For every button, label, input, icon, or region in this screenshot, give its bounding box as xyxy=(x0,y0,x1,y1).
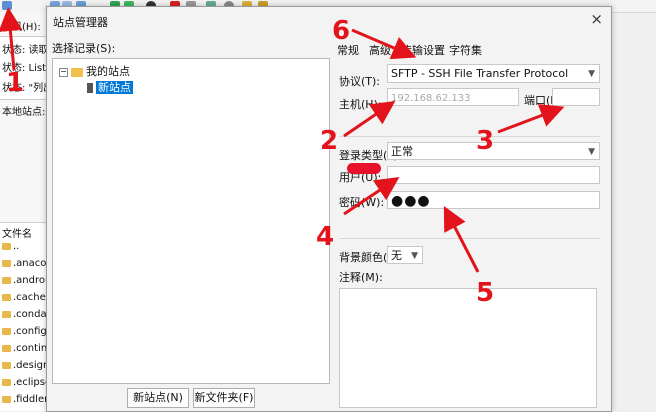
annotation-arrow-6 xyxy=(351,28,417,60)
annotation-number-6: 6 xyxy=(332,16,351,46)
annotation-number-1: 1 xyxy=(6,68,25,98)
annotation-number-4: 4 xyxy=(316,222,335,252)
annotation-arrow-5 xyxy=(443,206,480,273)
annotation-arrow-3 xyxy=(497,104,565,134)
annotation-arrow-2 xyxy=(343,100,396,138)
annotation-number-5: 5 xyxy=(476,278,495,308)
annotation-number-3: 3 xyxy=(476,126,495,156)
annotation-arrow-4 xyxy=(343,177,400,216)
annotation-number-2: 2 xyxy=(320,126,339,156)
annotation-arrow-1 xyxy=(0,7,23,71)
annotation-arrows xyxy=(0,7,565,273)
